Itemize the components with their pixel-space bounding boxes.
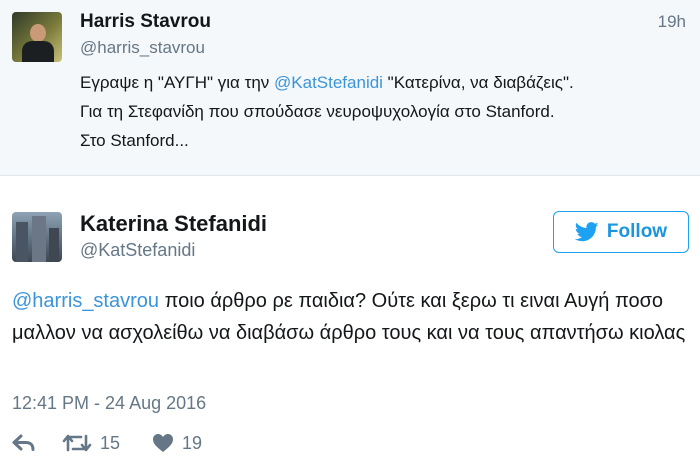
avatar-body: [22, 41, 54, 62]
tweet-text-line1: Εγραψε η "ΑΥΓΗ" για την @KatStefanidi "Κ…: [80, 68, 680, 97]
author-name[interactable]: Katerina Stefanidi: [80, 211, 267, 237]
tweet-text: Εγραψε η "ΑΥΓΗ" για την @KatStefanidi "Κ…: [80, 68, 680, 155]
tweet-date[interactable]: 12:41 PM - 24 Aug 2016: [12, 393, 206, 414]
twitter-bird-icon: [574, 222, 599, 242]
retweet-button[interactable]: 15: [62, 428, 120, 458]
follow-label: Follow: [606, 221, 668, 242]
like-button[interactable]: 19: [152, 428, 202, 458]
text-segment: "Κατερίνα, να διαβάζεις".: [382, 73, 574, 92]
tweet-timestamp[interactable]: 19h: [658, 12, 686, 32]
retweet-icon: [62, 434, 92, 452]
avatar-building: [49, 228, 59, 262]
mention-link[interactable]: @KatStefanidi: [274, 73, 383, 92]
avatar-head: [30, 24, 46, 42]
avatar-building: [32, 216, 46, 262]
avatar-building: [16, 222, 28, 262]
follow-button[interactable]: Follow: [553, 211, 689, 253]
heart-icon: [153, 434, 173, 452]
tweet-text-line2: Για τη Στεφανίδη που σπούδασε νευροψυχολ…: [80, 102, 555, 121]
reply-button[interactable]: [12, 428, 36, 458]
retweet-count: 15: [100, 432, 121, 453]
quoted-tweet: Harris Stavrou @harris_stavrou 19h Εγραψ…: [0, 0, 700, 176]
author-handle[interactable]: @KatStefanidi: [80, 240, 195, 261]
avatar-harris[interactable]: [12, 12, 62, 62]
mention-link[interactable]: @harris_stavrou: [12, 290, 159, 312]
avatar-katerina[interactable]: [12, 212, 62, 262]
text-segment: Εγραψε η "ΑΥΓΗ" για την: [80, 73, 275, 92]
reply-icon: [12, 434, 35, 451]
like-count: 19: [182, 432, 203, 453]
tweet-text-line3: Στο Stanford...: [80, 131, 189, 150]
author-handle[interactable]: @harris_stavrou: [80, 38, 205, 58]
author-name[interactable]: Harris Stavrou: [80, 11, 211, 33]
tweet-text: @harris_stavrou ποιο άρθρο ρε παιδια? Ού…: [12, 285, 692, 349]
